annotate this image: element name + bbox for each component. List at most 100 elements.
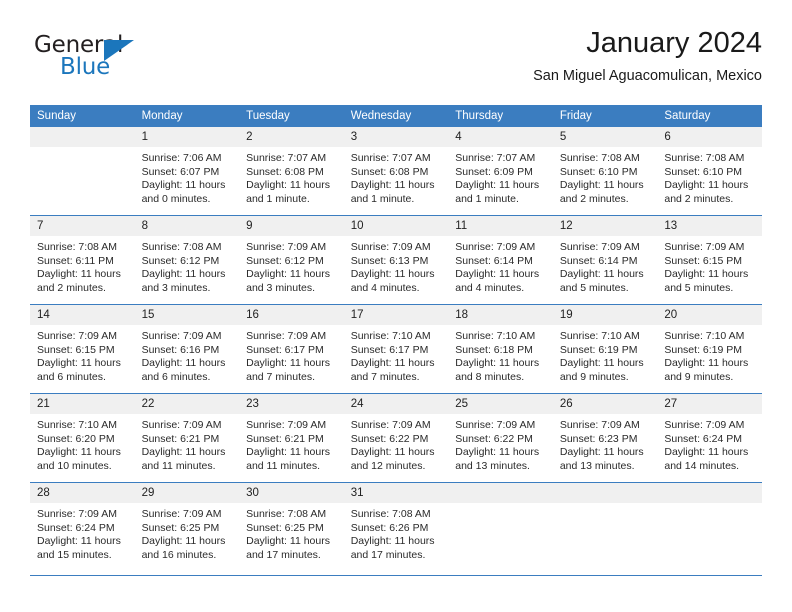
day-number: 18 bbox=[448, 305, 553, 325]
sunrise-text: Sunrise: 7:09 AM bbox=[141, 508, 222, 520]
calendar-day-cell[interactable]: 29 Sunrise: 7:09 AM Sunset: 6:25 PM Dayligh… bbox=[134, 482, 240, 576]
day-cell-inner: 2 Sunrise: 7:07 AM Sunset: 6:08 PM Daylight… bbox=[239, 127, 344, 215]
day-cell-inner: 19 Sunrise: 7:10 AM Sunset: 6:19 PM Dayligh… bbox=[552, 305, 658, 393]
weekday-header-tuesday: Tuesday bbox=[239, 105, 344, 127]
day-details: Sunrise: 7:09 AM Sunset: 6:17 PM Daylight:… bbox=[239, 325, 344, 384]
daylight-text-line2: and 7 minutes. bbox=[246, 370, 316, 383]
title-block: January 2024 San Miguel Aguacomulican, M… bbox=[533, 26, 762, 85]
calendar-day-cell[interactable]: 6 Sunrise: 7:08 AM Sunset: 6:10 PM Daylight… bbox=[657, 127, 762, 216]
sunrise-text: Sunrise: 7:06 AM bbox=[141, 152, 222, 164]
calendar-day-cell[interactable]: 17 Sunrise: 7:10 AM Sunset: 6:17 PM Dayligh… bbox=[343, 304, 449, 394]
sunrise-text: Sunrise: 7:09 AM bbox=[455, 241, 536, 253]
day-cell-inner: 16 Sunrise: 7:09 AM Sunset: 6:17 PM Dayligh… bbox=[239, 305, 344, 393]
daylight-text-line2: and 1 minute. bbox=[246, 192, 310, 205]
calendar-day-cell[interactable]: 26 Sunrise: 7:09 AM Sunset: 6:23 PM Dayligh… bbox=[552, 393, 658, 483]
daylight-text-line1: Daylight: 11 hours bbox=[141, 446, 226, 459]
calendar-day-cell[interactable]: 25 Sunrise: 7:09 AM Sunset: 6:22 PM Dayligh… bbox=[448, 393, 553, 483]
calendar-day-cell[interactable]: 2 Sunrise: 7:07 AM Sunset: 6:08 PM Daylight… bbox=[239, 127, 344, 216]
day-details: Sunrise: 7:09 AM Sunset: 6:22 PM Daylight:… bbox=[448, 414, 553, 473]
daylight-text-line1: Daylight: 11 hours bbox=[559, 268, 644, 281]
day-details: Sunrise: 7:09 AM Sunset: 6:15 PM Daylight:… bbox=[657, 236, 762, 295]
day-cell-inner bbox=[448, 483, 553, 575]
calendar-day-cell[interactable]: 1 Sunrise: 7:06 AM Sunset: 6:07 PM Daylight… bbox=[134, 127, 240, 216]
daylight-text-line1: Daylight: 11 hours bbox=[559, 179, 644, 192]
daylight-text-line1: Daylight: 11 hours bbox=[455, 357, 540, 370]
calendar-day-cell[interactable]: 28 Sunrise: 7:09 AM Sunset: 6:24 PM Dayligh… bbox=[30, 482, 135, 576]
calendar-day-cell[interactable]: 4 Sunrise: 7:07 AM Sunset: 6:09 PM Daylight… bbox=[448, 127, 553, 216]
sunrise-text: Sunrise: 7:10 AM bbox=[350, 330, 431, 342]
sunrise-text: Sunrise: 7:09 AM bbox=[664, 241, 745, 253]
daylight-text-line1: Daylight: 11 hours bbox=[350, 446, 435, 459]
daylight-text-line1: Daylight: 11 hours bbox=[350, 179, 435, 192]
sunrise-text: Sunrise: 7:09 AM bbox=[455, 419, 536, 431]
calendar-day-cell[interactable]: 31 Sunrise: 7:08 AM Sunset: 6:26 PM Dayligh… bbox=[343, 482, 449, 576]
day-details: Sunrise: 7:09 AM Sunset: 6:24 PM Daylight:… bbox=[30, 503, 135, 562]
calendar-day-cell[interactable]: 27 Sunrise: 7:09 AM Sunset: 6:24 PM Dayligh… bbox=[657, 393, 762, 483]
day-details: Sunrise: 7:10 AM Sunset: 6:18 PM Daylight:… bbox=[448, 325, 553, 384]
sunset-text: Sunset: 6:08 PM bbox=[246, 165, 324, 178]
calendar-day-cell[interactable]: 15 Sunrise: 7:09 AM Sunset: 6:16 PM Dayligh… bbox=[134, 304, 240, 394]
calendar-day-cell[interactable]: 12 Sunrise: 7:09 AM Sunset: 6:14 PM Dayligh… bbox=[552, 215, 658, 305]
day-cell-inner: 28 Sunrise: 7:09 AM Sunset: 6:24 PM Dayligh… bbox=[30, 483, 135, 575]
sunrise-text: Sunrise: 7:09 AM bbox=[37, 330, 117, 342]
calendar-day-cell[interactable]: 19 Sunrise: 7:10 AM Sunset: 6:19 PM Dayligh… bbox=[552, 304, 658, 394]
sunrise-text: Sunrise: 7:10 AM bbox=[37, 419, 117, 431]
day-details: Sunrise: 7:08 AM Sunset: 6:10 PM Daylight:… bbox=[553, 147, 658, 206]
day-details: Sunrise: 7:10 AM Sunset: 6:19 PM Daylight:… bbox=[657, 325, 762, 384]
sunrise-text: Sunrise: 7:08 AM bbox=[37, 241, 117, 253]
calendar-day-cell[interactable]: 8 Sunrise: 7:08 AM Sunset: 6:12 PM Daylight… bbox=[134, 215, 240, 305]
sunset-text: Sunset: 6:19 PM bbox=[559, 343, 638, 356]
general-blue-logo[interactable]: General Blue bbox=[30, 32, 220, 88]
day-details: Sunrise: 7:10 AM Sunset: 6:19 PM Daylight:… bbox=[553, 325, 658, 384]
day-cell-inner: 12 Sunrise: 7:09 AM Sunset: 6:14 PM Dayligh… bbox=[552, 216, 658, 304]
calendar-day-cell[interactable]: 23 Sunrise: 7:09 AM Sunset: 6:21 PM Dayligh… bbox=[239, 393, 344, 483]
day-details: Sunrise: 7:09 AM Sunset: 6:25 PM Daylight:… bbox=[135, 503, 240, 562]
sunset-text: Sunset: 6:21 PM bbox=[246, 432, 324, 445]
calendar-day-cell[interactable]: 13 Sunrise: 7:09 AM Sunset: 6:15 PM Dayligh… bbox=[657, 215, 762, 305]
day-number: 7 bbox=[30, 216, 135, 236]
daylight-text-line1: Daylight: 11 hours bbox=[246, 357, 330, 370]
day-number: 13 bbox=[657, 216, 762, 236]
daylight-text-line2: and 17 minutes. bbox=[350, 548, 426, 561]
daylight-text-line1: Daylight: 11 hours bbox=[455, 268, 540, 281]
sunset-text: Sunset: 6:24 PM bbox=[664, 432, 743, 445]
daylight-text-line1: Daylight: 11 hours bbox=[664, 357, 749, 370]
day-details: Sunrise: 7:08 AM Sunset: 6:25 PM Daylight:… bbox=[239, 503, 344, 562]
calendar-day-cell[interactable]: 9 Sunrise: 7:09 AM Sunset: 6:12 PM Daylight… bbox=[239, 215, 344, 305]
day-cell-inner: 27 Sunrise: 7:09 AM Sunset: 6:24 PM Dayligh… bbox=[657, 394, 762, 482]
calendar-day-cell[interactable]: 14 Sunrise: 7:09 AM Sunset: 6:15 PM Dayligh… bbox=[30, 304, 135, 394]
sunset-text: Sunset: 6:18 PM bbox=[455, 343, 533, 356]
page-header: General Blue January 2024 San Miguel Agu… bbox=[30, 26, 762, 98]
daylight-text-line2: and 2 minutes. bbox=[37, 281, 106, 294]
day-details: Sunrise: 7:10 AM Sunset: 6:20 PM Daylight:… bbox=[30, 414, 135, 473]
daylight-text-line2: and 2 minutes. bbox=[664, 192, 734, 205]
daylight-text-line2: and 13 minutes. bbox=[455, 459, 530, 472]
calendar-day-cell[interactable]: 5 Sunrise: 7:08 AM Sunset: 6:10 PM Daylight… bbox=[552, 127, 658, 216]
sunset-text: Sunset: 6:14 PM bbox=[559, 254, 638, 267]
calendar-day-cell[interactable]: 24 Sunrise: 7:09 AM Sunset: 6:22 PM Dayligh… bbox=[343, 393, 449, 483]
calendar-day-cell[interactable]: 22 Sunrise: 7:09 AM Sunset: 6:21 PM Dayligh… bbox=[134, 393, 240, 483]
daylight-text-line1: Daylight: 11 hours bbox=[141, 179, 226, 192]
calendar-day-cell[interactable]: 30 Sunrise: 7:08 AM Sunset: 6:25 PM Dayligh… bbox=[239, 482, 344, 576]
day-number: 14 bbox=[30, 305, 135, 325]
day-details: Sunrise: 7:09 AM Sunset: 6:21 PM Daylight:… bbox=[239, 414, 344, 473]
calendar-day-cell[interactable]: 18 Sunrise: 7:10 AM Sunset: 6:18 PM Dayligh… bbox=[448, 304, 553, 394]
day-cell-inner: 29 Sunrise: 7:09 AM Sunset: 6:25 PM Dayligh… bbox=[134, 483, 240, 575]
sunrise-text: Sunrise: 7:09 AM bbox=[559, 419, 640, 431]
daylight-text-line2: and 14 minutes. bbox=[664, 459, 740, 472]
sunrise-text: Sunrise: 7:10 AM bbox=[664, 330, 745, 342]
calendar-day-cell[interactable]: 21 Sunrise: 7:10 AM Sunset: 6:20 PM Dayligh… bbox=[30, 393, 135, 483]
calendar-day-cell[interactable]: 10 Sunrise: 7:09 AM Sunset: 6:13 PM Dayligh… bbox=[343, 215, 449, 305]
daylight-text-line1: Daylight: 11 hours bbox=[350, 268, 435, 281]
calendar-day-cell[interactable]: 16 Sunrise: 7:09 AM Sunset: 6:17 PM Dayligh… bbox=[239, 304, 344, 394]
sunrise-text: Sunrise: 7:09 AM bbox=[350, 241, 431, 253]
daylight-text-line2: and 2 minutes. bbox=[559, 192, 629, 205]
calendar-day-cell[interactable]: 7 Sunrise: 7:08 AM Sunset: 6:11 PM Daylight… bbox=[30, 215, 135, 305]
sunset-text: Sunset: 6:08 PM bbox=[350, 165, 429, 178]
calendar-day-cell[interactable]: 3 Sunrise: 7:07 AM Sunset: 6:08 PM Daylight… bbox=[343, 127, 449, 216]
daylight-text-line1: Daylight: 11 hours bbox=[350, 357, 435, 370]
calendar-day-cell[interactable]: 11 Sunrise: 7:09 AM Sunset: 6:14 PM Dayligh… bbox=[448, 215, 553, 305]
day-cell-inner bbox=[30, 127, 135, 215]
day-details: Sunrise: 7:09 AM Sunset: 6:16 PM Daylight:… bbox=[135, 325, 240, 384]
calendar-day-cell[interactable]: 20 Sunrise: 7:10 AM Sunset: 6:19 PM Dayligh… bbox=[657, 304, 762, 394]
